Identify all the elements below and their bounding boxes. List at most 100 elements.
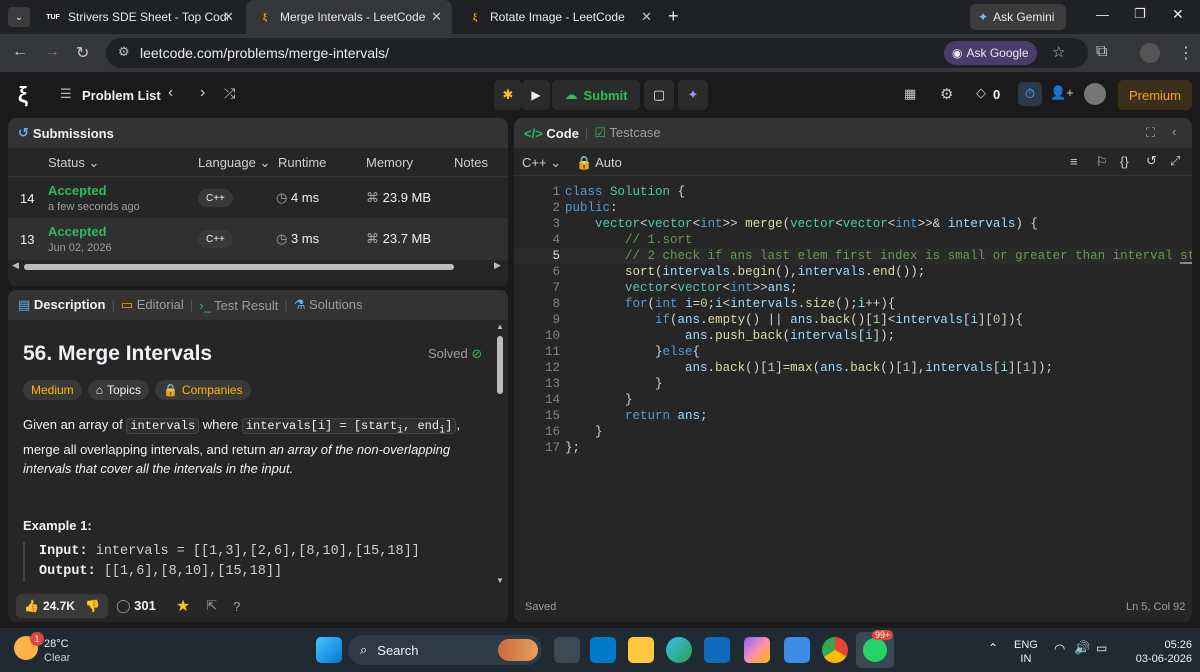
back-arrow-icon[interactable]: ← [12,43,28,61]
code-line[interactable]: 5 // 2 check if ans last elem first inde… [514,248,1192,264]
profile-avatar[interactable] [1140,43,1160,63]
collapse-chevron-icon[interactable]: ‹ [1172,124,1176,139]
topics-tag[interactable]: ⌂ Topics [87,380,149,400]
start-windows-icon[interactable] [316,637,342,663]
volume-icon[interactable]: 🔊 [1074,640,1090,656]
tab-test-result[interactable]: ›_ Test Result [199,298,278,313]
reload-icon[interactable]: ↻ [76,43,89,63]
status-accepted[interactable]: Accepted [48,224,107,239]
code-line[interactable]: 14 } [514,392,1192,408]
add-user-icon[interactable]: 👤+ [1050,85,1074,101]
browser-tab-merge-intervals[interactable]: ξ Merge Intervals - LeetCode ✕ [246,0,452,34]
ai-assist-button[interactable]: ✦ [678,80,708,110]
debug-button[interactable]: ✱ [494,80,522,110]
extensions-icon[interactable]: ⧉ [1096,43,1107,61]
close-icon[interactable]: ✕ [431,9,442,25]
clock[interactable]: 05:26 03-06-2026 [1126,638,1192,666]
column-language[interactable]: Language ⌄ [198,155,270,171]
language-indicator[interactable]: ENG IN [1014,638,1038,666]
bookmark-star-icon[interactable]: ☆ [1052,43,1065,61]
format-icon[interactable]: ≡ [1070,154,1078,169]
layout-icon[interactable]: ▦ [904,86,916,102]
fullscreen-icon[interactable]: ⤢ [1170,153,1180,169]
share-icon[interactable]: ⇱ [206,598,217,614]
minimize-icon[interactable]: — [1096,7,1109,22]
code-line[interactable]: 3 vector<vector<int>> merge(vector<vecto… [514,216,1192,232]
scrollbar-thumb[interactable] [24,264,454,270]
code-line[interactable]: 9 if(ans.empty() || ans.back()[1]<interv… [514,312,1192,328]
code-line[interactable]: 17}; [514,440,1192,456]
tab-code[interactable]: </> Code [524,126,579,141]
vertical-scrollbar[interactable]: ▲ ▼ [496,322,504,586]
scroll-left-icon[interactable]: ◀ [12,260,19,271]
favorite-star-icon[interactable]: ★ [176,596,190,616]
close-icon[interactable]: ✕ [223,9,234,25]
tab-editorial[interactable]: ▭ Editorial [121,297,184,313]
code-line[interactable]: 4 // 1.sort [514,232,1192,248]
notes-button[interactable]: ▢ [644,80,674,110]
chrome-icon[interactable] [822,637,848,663]
close-icon[interactable]: ✕ [641,9,652,25]
microsoft-store-icon[interactable] [784,637,810,663]
vscode-icon[interactable] [590,637,616,663]
difficulty-badge[interactable]: Medium [23,380,82,400]
companies-tag[interactable]: 🔒 Companies [154,380,251,400]
help-icon[interactable]: ? [233,599,240,614]
tab-search-button[interactable]: ⌄ [8,7,30,27]
code-line[interactable]: 2 public: [514,200,1192,216]
problem-list-link[interactable]: Problem List [82,88,161,103]
streak-flame-icon[interactable]: ◇ [976,85,986,101]
column-status[interactable]: Status ⌄ [48,155,99,171]
auto-toggle[interactable]: 🔒 Auto [576,155,622,171]
comments-button[interactable]: ◯ 301 [116,598,156,614]
like-button[interactable]: 👍 24.7K 👎 [16,594,108,618]
code-line[interactable]: 15 return ans; [514,408,1192,424]
timer-icon[interactable]: ⏱ [1018,82,1042,106]
taskbar-search[interactable]: ⌕ Search [348,635,542,665]
shuffle-icon[interactable]: ⤮ [224,85,235,102]
tray-chevron-up-icon[interactable]: ⌃ [988,641,998,655]
thumbs-down-icon[interactable]: 👎 [85,599,100,613]
wifi-icon[interactable]: ◠ [1054,641,1065,657]
code-line[interactable]: 16 } [514,424,1192,440]
outlook-icon[interactable] [704,637,730,663]
task-view-icon[interactable] [554,637,580,663]
next-problem-icon[interactable]: › [200,84,205,102]
code-line[interactable]: 7 vector<vector<int>>ans; [514,280,1192,296]
scrollbar-thumb[interactable] [497,336,503,394]
code-line[interactable]: 12 ans.back()[1]=max(ans.back()[1],inter… [514,360,1192,376]
tab-testcase[interactable]: ☑ Testcase [594,125,660,141]
window-close-icon[interactable]: ✕ [1172,6,1184,23]
edge-icon[interactable] [666,637,692,663]
scroll-down-icon[interactable]: ▼ [496,576,504,585]
braces-icon[interactable]: {} [1120,154,1129,169]
horizontal-scrollbar[interactable]: ◀ ▶ [8,260,508,274]
code-line[interactable]: 10 ans.push_back(intervals[i]); [514,328,1192,344]
run-button[interactable]: ▶ [522,80,550,110]
table-row[interactable]: 13 Accepted Jun 02, 2026 C++ ◷ 3 ms ⌘ 23… [8,218,508,260]
settings-gear-icon[interactable]: ⚙ [940,85,953,103]
code-line[interactable]: 8 for(int i=0;i<intervals.size();i++){ [514,296,1192,312]
tab-description[interactable]: ▤ Description [18,297,105,313]
site-settings-icon[interactable]: ⚙ [118,44,130,60]
premium-button[interactable]: Premium [1118,80,1192,110]
prev-problem-icon[interactable]: ‹ [168,84,173,102]
code-editor[interactable]: 1 class Solution {2 public: 3 vector<vector… [514,176,1192,586]
language-select[interactable]: C++ ⌄ [522,155,561,171]
copilot-icon[interactable] [744,637,770,663]
tab-solutions[interactable]: ⚗ Solutions [294,297,363,313]
whatsapp-button[interactable]: 99+ [856,630,894,668]
code-line[interactable]: 1 class Solution { [514,184,1192,200]
browser-tab-rotate-image[interactable]: ξ Rotate Image - LeetCode ✕ [456,0,662,34]
maximize-icon[interactable]: ❐ [1134,6,1146,22]
new-tab-plus-icon[interactable]: + [668,6,679,27]
battery-icon[interactable]: ▭ [1096,641,1107,655]
user-avatar[interactable] [1084,83,1106,105]
ask-gemini-button[interactable]: ✦ Ask Gemini [970,4,1066,30]
code-line[interactable]: 11 }else{ [514,344,1192,360]
ask-google-button[interactable]: ◉ Ask Google [944,41,1037,65]
reset-icon[interactable]: ↺ [1146,153,1157,169]
expand-icon[interactable]: ⛶ [1146,125,1155,141]
forward-arrow-icon[interactable]: → [44,43,60,61]
code-line[interactable]: 6 sort(intervals.begin(),intervals.end()… [514,264,1192,280]
